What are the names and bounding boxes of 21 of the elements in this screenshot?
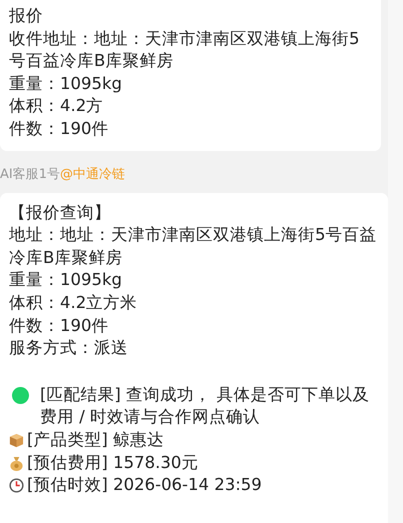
message-text: 体积：4.2立方米 [9, 292, 138, 314]
message-text: 重量：1095kg [9, 72, 124, 95]
result-text: [预估费用] 1578.30元 [27, 452, 198, 474]
message-text: 件数：190件 [9, 118, 110, 140]
sender-org: @中通冷链 [60, 166, 125, 182]
message-text: 收件地址：地址：天津市津南区双港镇上海街5号百益冷库B库聚鲜房 [9, 28, 360, 72]
result-text: [匹配结果] 查询成功， 具体是否可下单以及费用 / 时效请与合作网点确认 [40, 384, 370, 428]
package-icon [9, 432, 24, 448]
sender-name: AI客服1号 [0, 166, 60, 182]
message-text: 体积：4.2方 [9, 95, 104, 118]
message-text: 地址：地址：天津市津南区双港镇上海街5号百益冷库B库聚鲜房 [9, 224, 378, 269]
result-text: [预估时效] 2026-06-14 23:59 [27, 474, 262, 496]
clock-icon [9, 478, 24, 494]
message-text: 服务方式：派送 [9, 337, 129, 360]
message-text: 重量：1095kg [9, 269, 124, 292]
message-text: 件数：190件 [9, 314, 110, 337]
status-dot-icon [12, 386, 29, 404]
money-bag-icon [9, 456, 24, 470]
message-text: 【报价查询】 [9, 202, 112, 224]
message-text: 报价 [9, 5, 44, 27]
result-text: [产品类型] 鲸惠达 [27, 428, 164, 451]
